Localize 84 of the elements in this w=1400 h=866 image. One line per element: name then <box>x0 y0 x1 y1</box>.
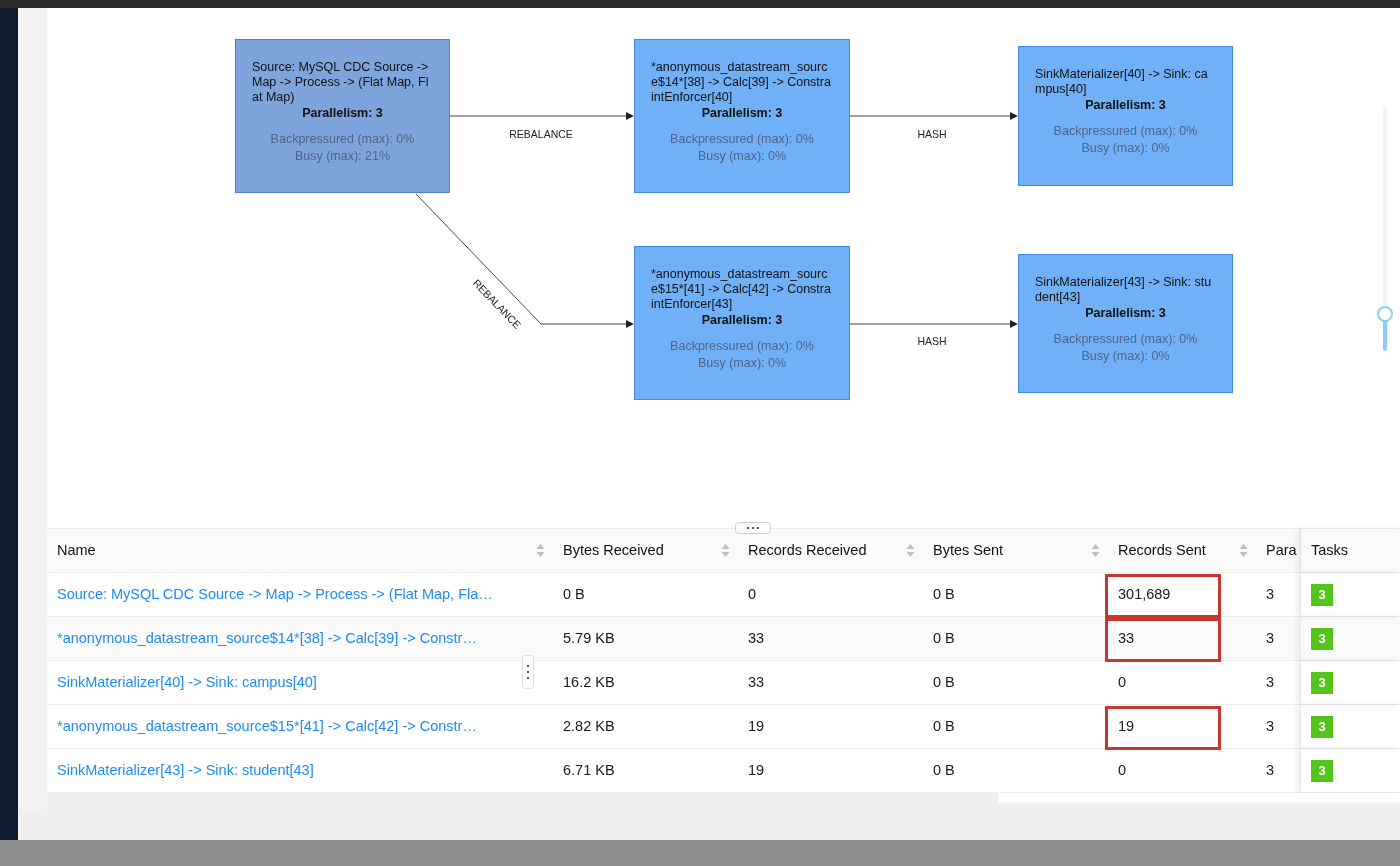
sort-icon[interactable] <box>1091 543 1100 558</box>
edge-label: HASH <box>917 128 947 140</box>
edge-label: HASH <box>917 335 947 347</box>
column-header[interactable]: Para <box>1256 529 1300 572</box>
node-busy: Busy (max): 0% <box>1080 348 1171 365</box>
table-row[interactable]: SinkMaterializer[40] -> Sink: campus[40] 16.2 KB 33 0 B 0 3 3 <box>47 661 1400 705</box>
task-count-badge: 3 <box>1311 759 1333 782</box>
node-backpressure: Backpressured (max): 0% <box>1052 331 1199 348</box>
node-busy: Busy (max): 21% <box>293 148 392 165</box>
table-cell-text: 0 B <box>563 584 585 604</box>
task-count-badge: 3 <box>1311 627 1333 650</box>
sort-icon[interactable] <box>536 543 545 558</box>
table-cell-text: 3 <box>1266 672 1275 692</box>
operator-node[interactable]: *anonymous_datastream_source$15*[41] -> Calc[42] -> ConstraintEnforcer[43] Parallelism: 3 Backpressured (max): 0% Busy (max): 0% <box>634 246 850 400</box>
table-cell-text: 6.71 KB <box>563 760 615 780</box>
node-parallelism: Parallelism: 3 <box>700 105 784 121</box>
node-busy: Busy (max): 0% <box>696 148 788 165</box>
operator-node[interactable]: SinkMaterializer[43] -> Sink: student[43] Parallelism: 3 Backpressured (max): 0% Busy (max): 0% <box>1018 254 1233 393</box>
more-handle-icon[interactable] <box>735 522 771 534</box>
table-row[interactable]: *anonymous_datastream_source$14*[38] -> Calc[39] -> Constr… 5.79 KB 33 0 B 33 3 3 <box>47 617 1400 661</box>
table-cell-text: 0 <box>1118 760 1127 780</box>
table-cell-text: 0 <box>748 584 757 604</box>
table-cell-text: 3 <box>1266 628 1275 648</box>
column-header[interactable]: Bytes Sent <box>923 529 1108 572</box>
table-cell-text: 5.79 KB <box>563 628 615 648</box>
vertex-name-link[interactable]: SinkMaterializer[43] -> Sink: student[43] <box>57 759 314 782</box>
operator-node[interactable]: *anonymous_datastream_source$14*[38] -> Calc[39] -> ConstraintEnforcer[40] Parallelism: 3 Backpressured (max): 0% Busy (max): 0% <box>634 39 850 193</box>
node-busy: Busy (max): 0% <box>696 355 788 372</box>
sort-icon[interactable] <box>721 543 730 558</box>
table-cell-text: 3 <box>1266 584 1275 604</box>
node-parallelism: Parallelism: 3 <box>301 105 384 121</box>
table-cell-text: 3 <box>1266 760 1275 780</box>
node-parallelism: Parallelism: 3 <box>1084 97 1167 113</box>
table-row[interactable]: *anonymous_datastream_source$15*[41] -> Calc[42] -> Constr… 2.82 KB 19 0 B 19 3 3 <box>47 705 1400 749</box>
node-title: SinkMaterializer[43] -> Sink: student[43] <box>1035 275 1213 305</box>
table-cell-text: 33 <box>748 628 765 648</box>
table-cell-text: 0 B <box>933 672 955 692</box>
table-cell-text: 19 <box>748 716 765 736</box>
table-cell-text: 0 B <box>933 716 955 736</box>
table-cell-text: 0 <box>1118 672 1127 692</box>
table-cell-text: 19 <box>1118 716 1135 736</box>
node-title: Source: MySQL CDC Source -> Map -> Process -> (Flat Map, Flat Map) <box>252 60 430 105</box>
column-header[interactable]: Tasks <box>1300 529 1400 572</box>
operator-node[interactable]: SinkMaterializer[40] -> Sink: campus[40] Parallelism: 3 Backpressured (max): 0% Busy (max): 0% <box>1018 46 1233 186</box>
column-header[interactable]: Records Received <box>738 529 923 572</box>
vertex-name-link[interactable]: Source: MySQL CDC Source -> Map -> Process -> (Flat Map, Fla… <box>57 583 493 606</box>
table-cell-text: 33 <box>748 672 765 692</box>
table-cell-text: 0 B <box>933 628 955 648</box>
zoom-slider-thumb[interactable] <box>1377 306 1393 323</box>
table-cell-text: 301,689 <box>1118 584 1171 604</box>
node-busy: Busy (max): 0% <box>1080 140 1171 157</box>
zoom-slider[interactable] <box>1378 105 1392 351</box>
table-cell-text: 33 <box>1118 628 1135 648</box>
node-title: SinkMaterializer[40] -> Sink: campus[40] <box>1035 67 1209 97</box>
vertex-name-link[interactable]: SinkMaterializer[40] -> Sink: campus[40] <box>57 671 317 694</box>
task-count-badge: 3 <box>1311 671 1333 694</box>
node-backpressure: Backpressured (max): 0% <box>269 131 416 148</box>
node-title: *anonymous_datastream_source$15*[41] -> Calc[42] -> ConstraintEnforcer[43] <box>651 267 832 312</box>
node-parallelism: Parallelism: 3 <box>1084 305 1167 321</box>
table-cell-text: 2.82 KB <box>563 716 615 736</box>
column-header[interactable]: Name <box>47 529 553 572</box>
vertex-name-link[interactable]: *anonymous_datastream_source$15*[41] -> Calc[42] -> Constr… <box>57 715 477 738</box>
node-title: *anonymous_datastream_source$14*[38] -> Calc[39] -> ConstraintEnforcer[40] <box>651 60 832 105</box>
node-backpressure: Backpressured (max): 0% <box>1052 123 1199 140</box>
node-parallelism: Parallelism: 3 <box>700 312 784 328</box>
table-cell-text: 3 <box>1266 716 1275 736</box>
task-count-badge: 3 <box>1311 715 1333 738</box>
sort-icon[interactable] <box>1239 543 1248 558</box>
table-cell-text: 0 B <box>933 584 955 604</box>
column-header[interactable]: Records Sent <box>1108 529 1256 572</box>
sort-icon[interactable] <box>906 543 915 558</box>
table-cell-text: 0 B <box>933 760 955 780</box>
table-cell-text: 19 <box>748 760 765 780</box>
table-cell-text: 16.2 KB <box>563 672 615 692</box>
column-header[interactable]: Bytes Received <box>553 529 738 572</box>
operator-node[interactable]: Source: MySQL CDC Source -> Map -> Process -> (Flat Map, Flat Map) Parallelism: 3 Backpressured (max): 0% Busy (max): 21% <box>235 39 450 193</box>
table-row[interactable]: SinkMaterializer[43] -> Sink: student[43] 6.71 KB 19 0 B 0 3 3 <box>47 749 1400 793</box>
node-backpressure: Backpressured (max): 0% <box>669 338 815 355</box>
edge-label: REBALANCE <box>509 128 573 140</box>
task-count-badge: 3 <box>1311 583 1333 606</box>
column-resize-handle-icon[interactable] <box>522 655 534 689</box>
table-row[interactable]: Source: MySQL CDC Source -> Map -> Process -> (Flat Map, Fla… 0 B 0 0 B 301,689 3 3 <box>47 573 1400 617</box>
node-backpressure: Backpressured (max): 0% <box>669 131 815 148</box>
scrollbar-thumb[interactable] <box>998 793 1400 803</box>
